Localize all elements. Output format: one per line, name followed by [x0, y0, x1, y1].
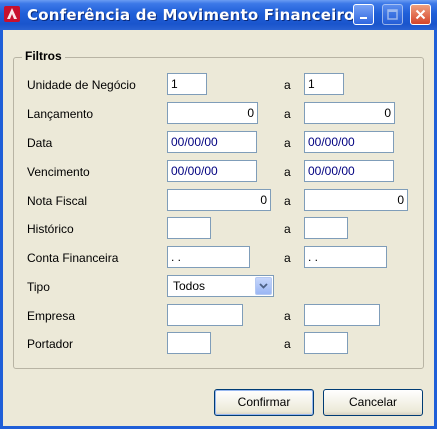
historico-from-input[interactable]: [167, 217, 211, 239]
range-separator: a: [284, 107, 291, 121]
label-historico: Histórico: [27, 222, 74, 236]
portador-to-input[interactable]: [304, 332, 348, 354]
minimize-icon: [359, 16, 367, 19]
tipo-select[interactable]: Todos: [167, 275, 274, 297]
data-to-input[interactable]: 00/00/00: [304, 131, 394, 153]
confirm-button[interactable]: Confirmar: [214, 389, 314, 416]
label-data: Data: [27, 136, 53, 150]
app-icon: [4, 6, 20, 22]
range-separator: a: [284, 251, 291, 265]
data-from-input[interactable]: 00/00/00: [167, 131, 257, 153]
title-bar[interactable]: Conferência de Movimento Financeiro: [0, 0, 437, 30]
empresa-from-input[interactable]: [167, 304, 243, 326]
lancamento-to-input[interactable]: 0: [304, 102, 395, 124]
label-empresa: Empresa: [27, 309, 76, 323]
label-tipo: Tipo: [27, 280, 50, 294]
maximize-button: [382, 4, 403, 25]
window-border-left: [0, 30, 3, 429]
nota-fiscal-from-input[interactable]: 0: [167, 189, 271, 211]
empresa-to-input[interactable]: [304, 304, 380, 326]
portador-from-input[interactable]: [167, 332, 211, 354]
chevron-down-icon[interactable]: [255, 277, 272, 295]
label-lancamento: Lançamento: [27, 107, 94, 121]
lancamento-from-input[interactable]: 0: [167, 102, 258, 124]
conta-financeira-from-input[interactable]: . .: [167, 246, 250, 268]
cancel-button[interactable]: Cancelar: [323, 389, 423, 416]
close-icon: [415, 9, 426, 20]
range-separator: a: [284, 222, 291, 236]
label-nota-fiscal: Nota Fiscal: [27, 194, 88, 208]
dialog-window: Conferência de Movimento Financeiro Filt…: [0, 0, 437, 429]
vencimento-from-input[interactable]: 00/00/00: [167, 160, 257, 182]
historico-to-input[interactable]: [304, 217, 348, 239]
range-separator: a: [284, 337, 291, 351]
range-separator: a: [284, 309, 291, 323]
window-title: Conferência de Movimento Financeiro: [27, 6, 355, 24]
maximize-icon: [387, 9, 398, 20]
range-separator: a: [284, 78, 291, 92]
label-unidade-negocio: Unidade de Negócio: [27, 78, 136, 92]
unidade-from-input[interactable]: 1: [167, 73, 207, 95]
nota-fiscal-to-input[interactable]: 0: [304, 189, 408, 211]
close-button[interactable]: [410, 4, 431, 25]
conta-financeira-to-input[interactable]: . .: [304, 246, 387, 268]
tipo-selected-value: Todos: [173, 279, 206, 293]
range-separator: a: [284, 165, 291, 179]
minimize-button[interactable]: [353, 4, 374, 25]
filters-group-title: Filtros: [22, 49, 65, 63]
label-portador: Portador: [27, 337, 74, 351]
label-vencimento: Vencimento: [27, 165, 90, 179]
label-conta-financeira: Conta Financeira: [27, 251, 119, 265]
range-separator: a: [284, 136, 291, 150]
unidade-to-input[interactable]: 1: [304, 73, 344, 95]
range-separator: a: [284, 194, 291, 208]
vencimento-to-input[interactable]: 00/00/00: [304, 160, 394, 182]
